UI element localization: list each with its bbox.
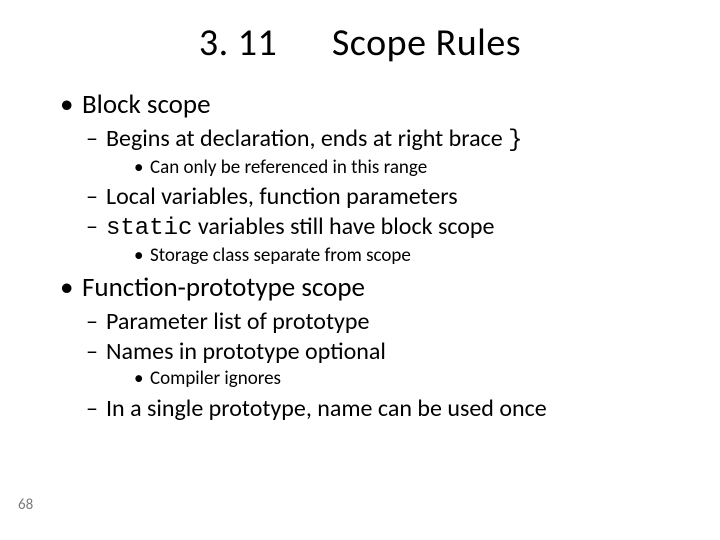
bullet-storage-class: Storage class separate from scope xyxy=(132,244,660,269)
bullet-param-list: Parameter list of prototype xyxy=(86,307,660,337)
bullet-compiler-ignores: Compiler ignores xyxy=(132,367,660,392)
bullet-referenced-range: Can only be referenced in this range xyxy=(132,156,660,181)
slide-title: 3. 11 Scope Rules xyxy=(60,20,660,66)
code-static: static xyxy=(106,215,192,242)
text-begins-declaration: Begins at declaration, ends at right bra… xyxy=(106,124,508,153)
bullet-begins-declaration: Begins at declaration, ends at right bra… xyxy=(86,124,660,156)
content-list: Block scope Begins at declaration, ends … xyxy=(60,88,660,424)
bullet-names-optional: Names in prototype optional xyxy=(86,337,660,367)
bullet-name-used-once: In a single prototype, name can be used … xyxy=(86,394,660,424)
brace-char: } xyxy=(508,127,522,154)
slide: 3. 11 Scope Rules Block scope Begins at … xyxy=(0,0,720,540)
bullet-static-vars: static variables still have block scope xyxy=(86,212,660,244)
bullet-block-scope: Block scope xyxy=(60,88,660,122)
bullet-function-prototype-scope: Function-prototype scope xyxy=(60,271,660,305)
page-number: 68 xyxy=(18,496,33,514)
bullet-local-vars: Local variables, function parameters xyxy=(86,182,660,212)
text-static-rest: variables still have block scope xyxy=(192,212,494,241)
